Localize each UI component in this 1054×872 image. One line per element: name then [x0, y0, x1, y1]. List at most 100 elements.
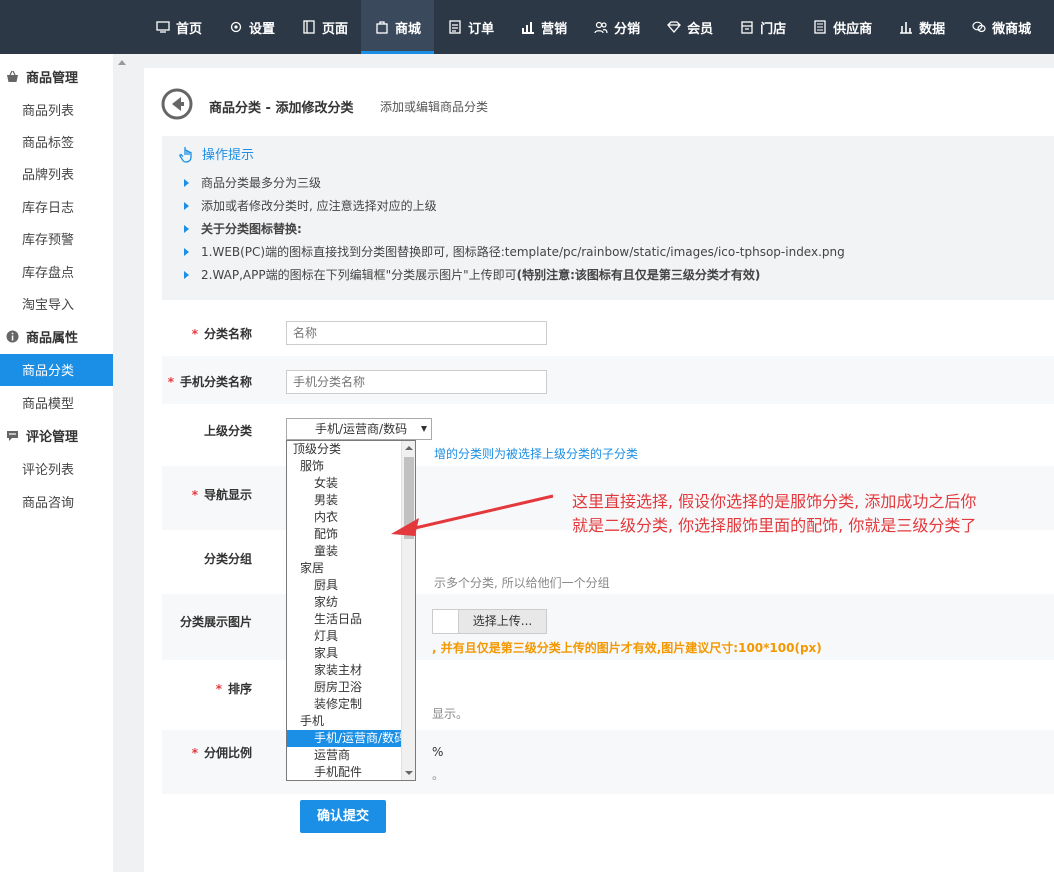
nav-item-8[interactable]: 门店	[726, 0, 799, 54]
tip-item: 1.WEB(PC)端的图标直接找到分类图替换即可, 图标路径:template/…	[184, 243, 845, 260]
stats-icon	[899, 20, 913, 34]
sort-hint: 显示。	[432, 707, 469, 721]
main-panel: 商品分类 - 添加修改分类 添加或编辑商品分类 操作提示 商品分类最多分为三级 …	[144, 68, 1054, 872]
nav-item-9[interactable]: 供应商	[799, 0, 885, 54]
nav-item-6[interactable]: 分销	[580, 0, 653, 54]
wechat-icon	[972, 20, 986, 34]
sidebar-item[interactable]: 库存预警	[0, 223, 113, 255]
nav-item-10[interactable]: 数据	[885, 0, 958, 54]
mobile-category-name-input[interactable]	[286, 370, 547, 394]
dropdown-option[interactable]: 服饰	[287, 458, 415, 475]
scroll-up-arrow-icon[interactable]	[118, 60, 126, 65]
basket-icon	[6, 70, 19, 83]
dropdown-option[interactable]: 运营商	[287, 747, 415, 764]
comment-icon	[6, 429, 19, 442]
form-row-mobile-name: * 手机分类名称	[162, 356, 1054, 404]
select-value: 手机/运营商/数码	[315, 422, 408, 436]
dropdown-option[interactable]: 生活日品	[287, 611, 415, 628]
submit-button[interactable]: 确认提交	[300, 800, 386, 833]
diamond-icon	[667, 20, 681, 34]
nav-item-4[interactable]: 订单	[434, 0, 507, 54]
dropdown-option[interactable]: 手机/运营商/数码	[287, 730, 415, 747]
choose-upload-button[interactable]: 选择上传...	[458, 609, 547, 634]
dropdown-option[interactable]: 童装	[287, 543, 415, 560]
sidebar-item[interactable]: 评论列表	[0, 453, 113, 485]
tips-title: 操作提示	[202, 148, 255, 163]
commission-unit: %	[432, 745, 444, 759]
group-label: 分类分组	[203, 552, 252, 566]
annotation-text: 这里直接选择, 假设你选择的是服饰分类, 添加成功之后你 就是二级分类, 你选择…	[572, 492, 977, 535]
document-icon	[813, 20, 827, 34]
sidebar-item[interactable]: 商品标签	[0, 125, 113, 157]
nav-item-0[interactable]: 首页	[142, 0, 215, 54]
nav-item-label: 分销	[614, 21, 641, 37]
scroll-down-icon[interactable]	[405, 771, 413, 775]
logo-area	[0, 0, 130, 54]
users-icon	[594, 20, 608, 34]
mobile-name-label: * 手机分类名称	[167, 375, 252, 389]
sidebar-item[interactable]: 商品模型	[0, 386, 113, 418]
dropdown-option[interactable]: 装修定制	[287, 696, 415, 713]
sidebar-item[interactable]: 淘宝导入	[0, 287, 113, 319]
monitor-icon	[156, 20, 170, 34]
tip-item: 2.WAP,APP端的图标在下列编辑框"分类展示图片"上传即可 (特别注意:该图标…	[184, 266, 760, 283]
order-icon	[448, 20, 462, 34]
sidebar-group-0[interactable]: 商品管理	[0, 59, 113, 93]
sidebar-scrollbar[interactable]	[113, 54, 130, 872]
nav-item-11[interactable]: 微商城	[958, 0, 1044, 54]
tips-header[interactable]: 操作提示	[178, 144, 254, 163]
shopping-bag-icon	[375, 20, 389, 34]
image-path-field[interactable]	[432, 609, 458, 634]
page-subtitle: 添加或编辑商品分类	[380, 100, 489, 114]
sidebar: 商品管理 商品列表 商品标签 品牌列表 库存日志 库存预警 库存盘点 淘宝导入商品属性商品分类…	[0, 54, 113, 872]
nav-item-label: 页面	[322, 21, 349, 37]
dropdown-option[interactable]: 厨房卫浴	[287, 679, 415, 696]
parent-category-select[interactable]: 手机/运营商/数码	[286, 418, 432, 440]
nav-item-7[interactable]: 会员	[653, 0, 726, 54]
page-icon	[302, 20, 316, 34]
category-name-input[interactable]	[286, 321, 547, 345]
sidebar-item[interactable]: 库存盘点	[0, 255, 113, 287]
dropdown-option[interactable]: 手机配件	[287, 764, 415, 780]
nav-display-label: * 导航显示	[191, 488, 252, 502]
image-hint: , 并有且仅是第三级分类上传的图片才有效,图片建议尺寸:100*100(px)	[432, 641, 822, 655]
bullet-triangle-icon	[184, 247, 189, 256]
top-navigation-bar: 首页 设置 页面 商城 订单 营销 分销 会员 门店 供应商 数据 微商城	[0, 0, 1054, 54]
dropdown-option[interactable]: 家居	[287, 560, 415, 577]
operation-tips-panel: 操作提示 商品分类最多分为三级 添加或者修改分类时, 应注意选择对应的上级 关于…	[162, 136, 1054, 300]
sidebar-group-2[interactable]: 评论管理	[0, 419, 113, 453]
scroll-up-icon[interactable]	[405, 446, 413, 450]
nav-item-2[interactable]: 页面	[288, 0, 361, 54]
dropdown-option[interactable]: 家纺	[287, 594, 415, 611]
info-icon	[6, 330, 19, 343]
dropdown-option[interactable]: 手机	[287, 713, 415, 730]
annotation-arrow-icon	[391, 494, 554, 536]
bullet-triangle-icon	[184, 201, 189, 210]
nav-item-1[interactable]: 设置	[215, 0, 288, 54]
sort-label: * 排序	[215, 682, 252, 696]
nav-item-5[interactable]: 营销	[507, 0, 580, 54]
nav-item-label: 会员	[687, 21, 714, 37]
nav-item-3[interactable]: 商城	[361, 0, 435, 54]
dropdown-option[interactable]: 家装主材	[287, 662, 415, 679]
nav-item-label: 门店	[760, 21, 787, 37]
dropdown-option[interactable]: 灯具	[287, 628, 415, 645]
sidebar-item[interactable]: 商品分类	[0, 353, 113, 387]
sidebar-item[interactable]: 品牌列表	[0, 158, 113, 190]
name-label: * 分类名称	[191, 327, 252, 341]
sidebar-group-1[interactable]: 商品属性	[0, 320, 113, 354]
commission-hint: 。	[432, 768, 445, 782]
tip-item: 商品分类最多分为三级	[184, 174, 321, 191]
sidebar-item[interactable]: 商品咨询	[0, 485, 113, 517]
nav-item-label: 订单	[468, 21, 495, 37]
nav-item-label: 设置	[249, 21, 276, 37]
sidebar-group-label: 商品属性	[26, 331, 79, 347]
back-arrow-icon[interactable]	[161, 88, 193, 120]
sidebar-group-label: 评论管理	[26, 430, 79, 446]
sidebar-item[interactable]: 库存日志	[0, 190, 113, 222]
dropdown-option[interactable]: 顶级分类	[287, 441, 415, 458]
page-title: 商品分类 - 添加修改分类	[209, 101, 354, 116]
dropdown-option[interactable]: 厨具	[287, 577, 415, 594]
dropdown-option[interactable]: 家具	[287, 645, 415, 662]
sidebar-item[interactable]: 商品列表	[0, 93, 113, 125]
